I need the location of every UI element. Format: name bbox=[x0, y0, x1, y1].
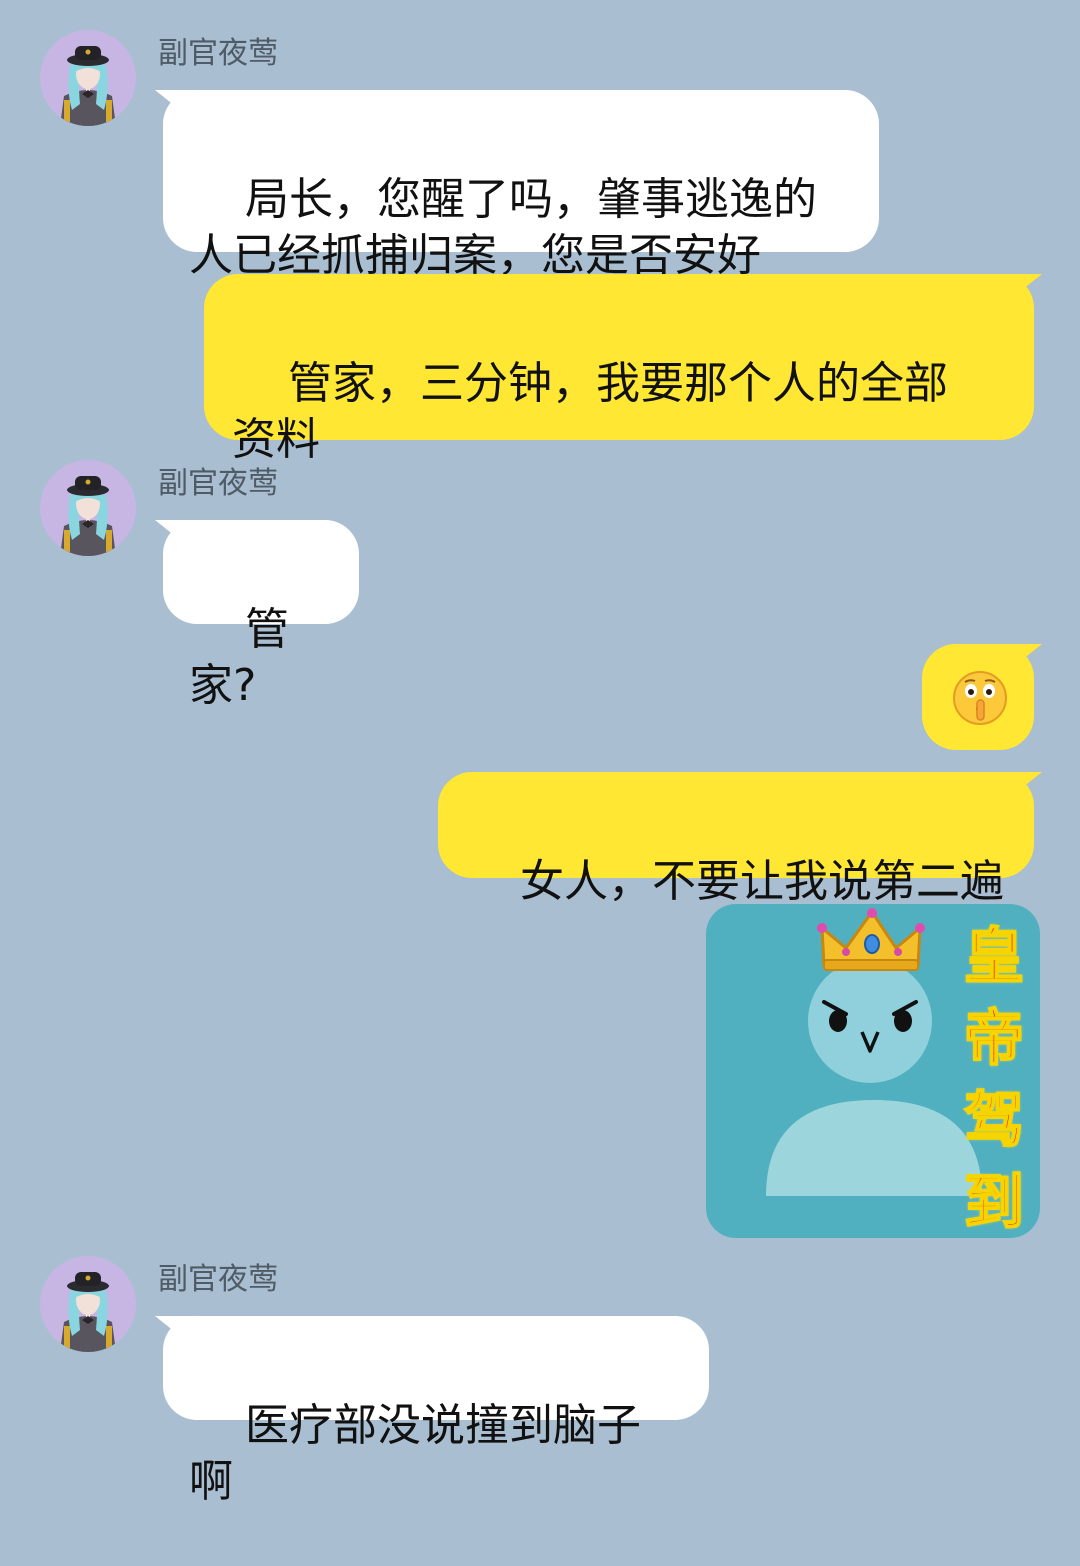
message-text: 管家，三分钟，我要那个人的全部 资料 bbox=[232, 358, 948, 465]
sender-avatar[interactable] bbox=[40, 30, 136, 126]
message-text: 医疗部没说撞到脑子啊 bbox=[189, 1400, 641, 1507]
officer-avatar-icon bbox=[60, 476, 116, 556]
outgoing-emoji-bubble[interactable] bbox=[922, 644, 1034, 750]
officer-avatar-icon bbox=[60, 46, 116, 126]
sticker-char: 驾 bbox=[963, 1085, 1025, 1157]
incoming-message-bubble[interactable]: 管家? bbox=[163, 520, 359, 711]
officer-avatar-icon bbox=[60, 1272, 116, 1352]
outgoing-message-bubble[interactable]: 管家，三分钟，我要那个人的全部 资料 bbox=[204, 274, 1034, 465]
shushing-face-icon bbox=[953, 671, 1007, 725]
sticker-char: 帝 bbox=[963, 1003, 1025, 1075]
incoming-message-bubble[interactable]: 医疗部没说撞到脑子啊 bbox=[163, 1316, 709, 1507]
incoming-message-bubble[interactable]: 局长，您醒了吗，肇事逃逸的 人已经抓捕归案，您是否安好 bbox=[163, 90, 879, 281]
sticker-char: 到 bbox=[963, 1167, 1025, 1238]
sticker-char: 皇 bbox=[963, 921, 1025, 993]
sender-name: 副官夜莺 bbox=[158, 466, 278, 501]
message-text: 管家? bbox=[189, 604, 289, 711]
message-text: 女人，不要让我说第二遍 bbox=[519, 856, 1004, 907]
sender-avatar[interactable] bbox=[40, 1256, 136, 1352]
sticker-message[interactable]: 皇 帝 驾 到 bbox=[706, 904, 1040, 1238]
sender-name: 副官夜莺 bbox=[158, 36, 278, 71]
chat-window: 副官夜莺 局长，您醒了吗，肇事逃逸的 人已经抓捕归案，您是否安好 管家，三分钟，… bbox=[0, 0, 1080, 1507]
sticker-caption: 皇 帝 驾 到 bbox=[954, 916, 1034, 1238]
message-text: 局长，您醒了吗，肇事逃逸的 人已经抓捕归案，您是否安好 bbox=[189, 174, 817, 281]
sender-name: 副官夜莺 bbox=[158, 1262, 278, 1297]
outgoing-message-bubble[interactable]: 女人，不要让我说第二遍 bbox=[438, 772, 1034, 907]
sender-avatar[interactable] bbox=[40, 460, 136, 556]
